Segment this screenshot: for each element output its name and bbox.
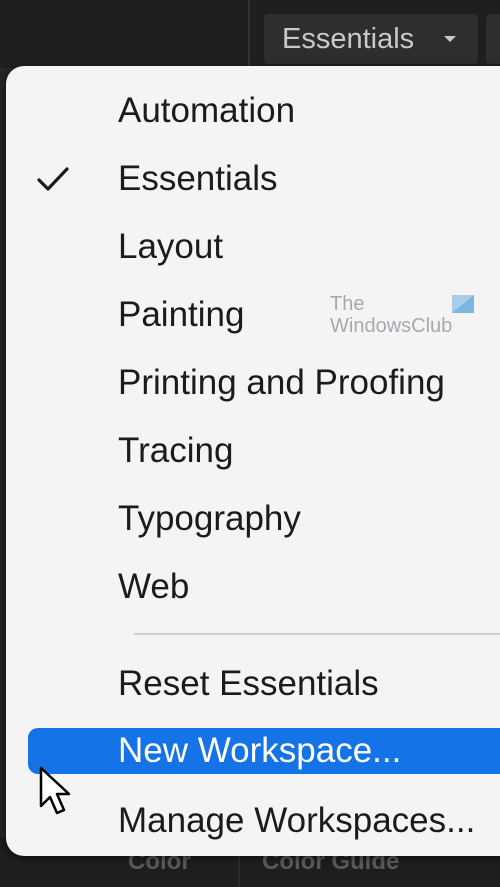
watermark-line2: WindowsClub: [330, 315, 453, 337]
menu-item-label: New Workspace...: [118, 731, 402, 770]
menu-item-layout[interactable]: Layout: [6, 219, 500, 275]
watermark: The WindowsClub: [330, 293, 490, 343]
menu-item-tracing[interactable]: Tracing: [6, 423, 500, 479]
menu-item-label: Web: [118, 567, 190, 606]
workspace-switcher-label: Essentials: [282, 23, 415, 55]
workspace-dropdown-menu: Automation Essentials Layout Painting Pr…: [6, 66, 500, 856]
cursor-icon: [39, 766, 71, 815]
menu-item-label: Reset Essentials: [118, 664, 379, 703]
menu-item-automation[interactable]: Automation: [6, 83, 500, 139]
menu-item-label: Printing and Proofing: [118, 363, 445, 402]
application-bar: Essentials: [0, 0, 500, 68]
watermark-logo-icon: [452, 295, 474, 313]
menu-item-manage-workspaces[interactable]: Manage Workspaces...: [6, 793, 500, 849]
menu-item-new-workspace[interactable]: New Workspace...: [28, 728, 500, 774]
toolbar-divider: [248, 0, 250, 68]
menu-item-label: Typography: [118, 499, 301, 538]
menu-item-label: Essentials: [118, 159, 278, 198]
chevron-down-icon: [444, 36, 456, 42]
app-window: Essentials Color Color Guide Automation …: [0, 0, 500, 887]
menu-item-label: Automation: [118, 91, 296, 130]
check-icon: [37, 167, 69, 191]
menu-item-essentials[interactable]: Essentials: [6, 151, 500, 207]
menu-item-label: Layout: [118, 227, 224, 266]
workspace-switcher-button[interactable]: Essentials: [264, 14, 478, 64]
menu-divider: [134, 633, 500, 635]
menu-item-web[interactable]: Web: [6, 559, 500, 615]
menu-item-printing-and-proofing[interactable]: Printing and Proofing: [6, 355, 500, 411]
menu-item-label: Tracing: [118, 431, 234, 470]
menu-item-typography[interactable]: Typography: [6, 491, 500, 547]
menu-item-label: Painting: [118, 295, 245, 334]
menu-item-label: Manage Workspaces...: [118, 801, 476, 840]
menu-item-reset-essentials[interactable]: Reset Essentials: [6, 656, 500, 712]
toolbar-button-partial[interactable]: [486, 14, 500, 64]
